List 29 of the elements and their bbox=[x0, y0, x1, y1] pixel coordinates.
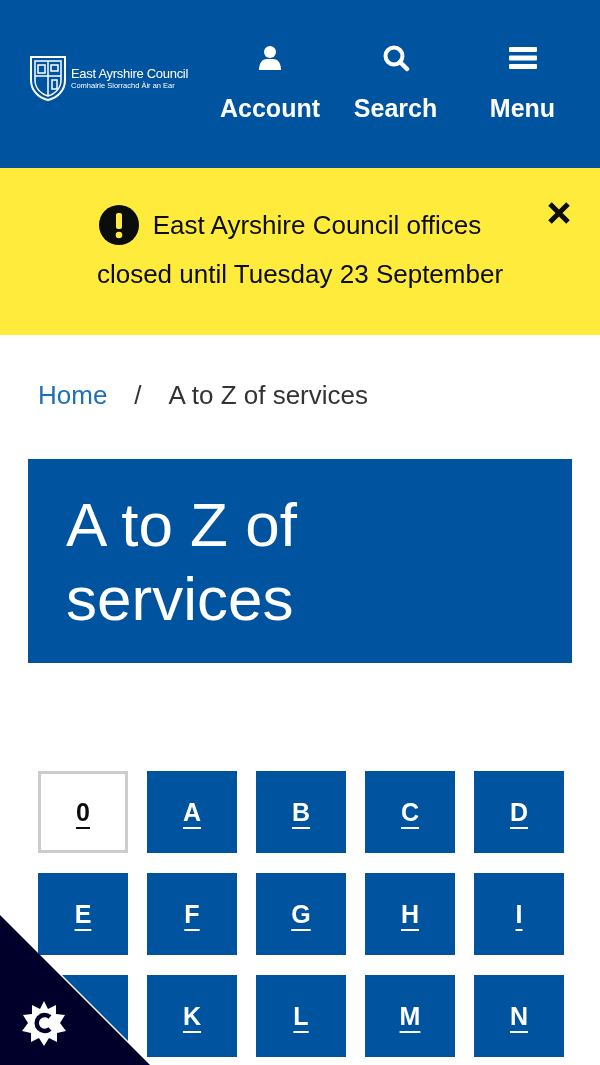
search-icon bbox=[381, 43, 410, 72]
letter-link[interactable]: D bbox=[474, 771, 564, 853]
exclamation-icon bbox=[98, 205, 139, 245]
letter-link[interactable]: K bbox=[147, 975, 237, 1057]
shield-icon bbox=[28, 54, 68, 102]
close-icon bbox=[547, 201, 571, 225]
breadcrumb-current: A to Z of services bbox=[168, 380, 368, 411]
breadcrumb-link[interactable]: Home bbox=[38, 380, 108, 411]
menu-button[interactable]: Menu bbox=[465, 43, 580, 123]
breadcrumb-separator: / bbox=[134, 380, 142, 411]
letter-link[interactable]: C bbox=[365, 771, 455, 853]
letter-link[interactable]: G bbox=[256, 873, 346, 955]
page-title: A to Z of services bbox=[66, 489, 298, 636]
letter-link[interactable]: H bbox=[365, 873, 455, 955]
letter-tile[interactable] bbox=[62, 975, 128, 1041]
alert-message: closed until Tuesday 23 September bbox=[96, 258, 504, 291]
account-button[interactable]: Account bbox=[214, 43, 326, 123]
letter-link[interactable]: L bbox=[256, 975, 346, 1057]
letter-link[interactable]: B bbox=[256, 771, 346, 853]
cookie-badge-icon bbox=[20, 999, 68, 1047]
letter-link[interactable]: I bbox=[474, 873, 564, 955]
letter-link[interactable]: N bbox=[474, 975, 564, 1057]
person-icon bbox=[258, 43, 282, 72]
letter-link[interactable]: E bbox=[38, 873, 128, 955]
letter-link[interactable]: A bbox=[147, 771, 237, 853]
alert-message: East Ayrshire Council offices bbox=[152, 209, 482, 242]
letter-link[interactable]: M bbox=[365, 975, 455, 1057]
letter-link[interactable]: F bbox=[147, 873, 237, 955]
search-button[interactable]: Search bbox=[338, 43, 453, 123]
